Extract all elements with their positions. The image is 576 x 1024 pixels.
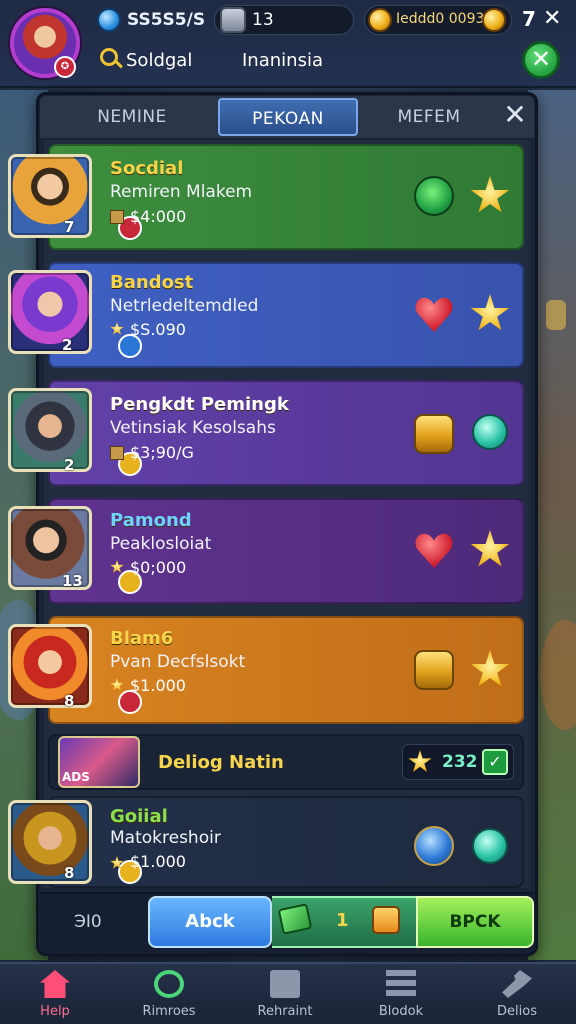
coin-bag-icon	[110, 210, 124, 224]
coin-icon	[368, 8, 392, 32]
card-name: Bandost	[110, 272, 194, 293]
close-round-button[interactable]: ✕	[522, 41, 560, 79]
close-icon[interactable]: ✕	[543, 6, 561, 31]
portrait-number: 2	[62, 336, 73, 354]
hero-portrait	[8, 270, 92, 354]
nav-rehraint[interactable]: Rehraint	[230, 964, 340, 1024]
portrait-number: 13	[62, 572, 83, 590]
avatar-badge-icon: ✪	[54, 56, 76, 78]
search-icon[interactable]	[100, 48, 118, 66]
stack-icon	[386, 970, 416, 998]
gold-chest-icon[interactable]	[414, 650, 454, 690]
gold-count: Ieddd0 0093	[396, 11, 485, 27]
portrait-number: 7	[64, 218, 75, 236]
check-icon[interactable]: ✓	[482, 749, 508, 775]
tab-mefem[interactable]: MEFEM	[364, 98, 494, 136]
card-price: $1.000	[130, 676, 186, 695]
nav-label: Blodok	[378, 1004, 424, 1019]
card-name: Blam6	[110, 628, 174, 649]
card-price: $1.000	[130, 852, 186, 871]
compass-icon	[154, 970, 184, 998]
card-name: Pengkdt Pemingk	[110, 394, 289, 415]
coin-bag-icon	[110, 446, 124, 460]
card-description: Remiren Mlakem	[110, 182, 253, 202]
menu-button[interactable]: 7	[522, 7, 536, 31]
summary-value: 232	[442, 752, 478, 772]
card-price: $3;90/G	[130, 443, 194, 462]
teal-leaf-icon[interactable]	[472, 828, 508, 864]
robot-level-icon	[220, 7, 246, 33]
nav-label: Delios	[497, 1004, 537, 1019]
nav-label: Rimroes	[142, 1004, 196, 1019]
green-star-orb-icon[interactable]	[414, 176, 454, 216]
blue-orb-icon[interactable]	[414, 826, 454, 866]
portrait-number: 8	[64, 864, 75, 882]
panel-close-icon[interactable]: ✕	[500, 100, 530, 130]
portrait-number: 8	[64, 692, 75, 710]
nav-rimroes[interactable]: Rimroes	[114, 964, 224, 1024]
card-description: Vetinsiak Kesolsahs	[110, 418, 276, 438]
nav-label: Help	[40, 1004, 70, 1019]
nav-delios[interactable]: Delios	[462, 964, 572, 1024]
nav-help[interactable]: Help	[0, 964, 110, 1024]
reward-value: 1	[336, 910, 349, 931]
hero-portrait	[8, 624, 92, 708]
nav-blodok[interactable]: Blodok	[346, 964, 456, 1024]
back-button[interactable]: Abck	[148, 896, 272, 948]
background-lantern-icon	[546, 300, 566, 330]
card-name: Socdial	[110, 158, 184, 179]
gem-icon	[97, 8, 121, 32]
tab-pekoan[interactable]: PEKOAN	[218, 98, 358, 136]
level-value: 13	[252, 10, 274, 30]
card-name: Pamond	[110, 510, 192, 531]
tab-nemine[interactable]: NEMINE	[52, 98, 212, 136]
region-label: Inaninsia	[242, 50, 323, 71]
teal-leaf-icon[interactable]	[472, 414, 508, 450]
gold-chest-icon[interactable]	[414, 414, 454, 454]
action-left-label: ЭI0	[74, 912, 102, 932]
inbox-icon	[270, 970, 300, 998]
hero-portrait	[8, 800, 92, 884]
card-description: Pvan Decfslsokt	[110, 652, 246, 672]
search-label[interactable]: Soldgal	[126, 50, 192, 71]
card-name: Goiial	[110, 806, 168, 827]
hammer-icon	[502, 970, 532, 998]
nav-label: Rehraint	[257, 1004, 313, 1019]
summary-portrait-label: ADS	[62, 770, 90, 784]
gift-icon	[372, 906, 400, 934]
card-price: $S.090	[130, 320, 186, 339]
hero-portrait	[8, 388, 92, 472]
card-description: Matokreshoir	[110, 828, 221, 848]
card-description: Peaklosloiat	[110, 534, 212, 554]
coin-plus-icon[interactable]	[482, 8, 506, 32]
card-description: Netrledeltemdled	[110, 296, 259, 316]
summary-title: Deliog Natin	[158, 752, 284, 773]
portrait-number: 2	[64, 456, 75, 474]
card-price: $4:000	[130, 207, 187, 226]
pick-button[interactable]: BPCK	[416, 896, 534, 948]
home-icon	[40, 970, 70, 998]
gem-count: SS5S5/S	[127, 10, 206, 30]
hero-portrait	[8, 154, 92, 238]
card-price: $0;000	[130, 558, 187, 577]
